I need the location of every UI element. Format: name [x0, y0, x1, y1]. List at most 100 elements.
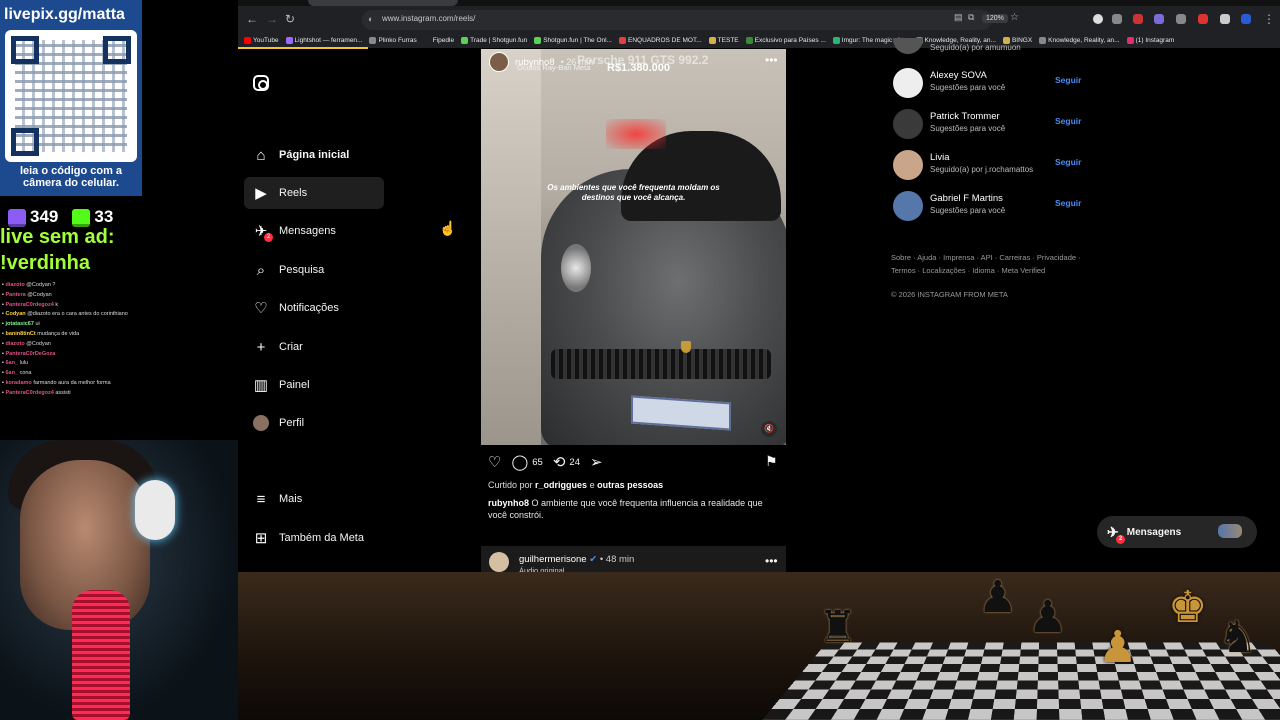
- chat-message: ▪ koradamo farmando aura da melhor forma: [2, 379, 111, 386]
- nav-create[interactable]: + Criar: [244, 331, 384, 363]
- nav-notifications[interactable]: ♡ Notificações: [244, 292, 384, 324]
- like-button[interactable]: ♡: [488, 453, 501, 471]
- messages-badge: 2: [264, 233, 273, 242]
- nav-profile[interactable]: Perfil: [244, 407, 384, 439]
- mute-icon[interactable]: 🔇: [761, 421, 777, 437]
- chat-text: mudança de vida: [37, 330, 80, 337]
- extension-red-icon[interactable]: [1133, 14, 1143, 24]
- suggestion-avatar[interactable]: [893, 150, 923, 180]
- site-info-icon[interactable]: ◐: [368, 14, 373, 24]
- bookmark-item[interactable]: Shotgun.fun | The Onl...: [534, 36, 612, 44]
- chat-message: ▪ banin8tinCt mudança de vida: [2, 330, 80, 337]
- nav-also-meta[interactable]: ⊞ Também da Meta: [244, 522, 384, 554]
- chess-knight-icon: ♞: [1218, 613, 1258, 662]
- screenshot-icon[interactable]: ⧉: [968, 12, 974, 23]
- nav-messages[interactable]: ✈ 2 Mensagens: [244, 215, 384, 247]
- suggestion-avatar[interactable]: [893, 38, 923, 54]
- next-post-more-icon[interactable]: •••: [765, 554, 778, 568]
- nav-home[interactable]: ⌂ Página inicial: [244, 139, 384, 171]
- suggestion-avatar[interactable]: [893, 191, 923, 221]
- nav-more[interactable]: ≡ Mais: [244, 483, 384, 515]
- bookmark-icon[interactable]: ⚑: [765, 453, 778, 470]
- reader-icon[interactable]: ▤: [954, 12, 963, 23]
- footer-links-line2[interactable]: Termos · Localizações · Idioma · Meta Ve…: [891, 264, 1091, 277]
- follow-button[interactable]: Seguir: [1055, 75, 1081, 85]
- bookmark-item[interactable]: TESTE: [708, 36, 739, 44]
- suggestion-sub: Sugestões para você: [930, 124, 1006, 133]
- suggestion-name[interactable]: Livia: [930, 152, 950, 163]
- bookmark-item[interactable]: YouTube: [244, 36, 279, 44]
- reel-video[interactable]: Porsche 911 GTS 992.2 R$1.380.000 rubynh…: [481, 49, 786, 445]
- comment-button[interactable]: ◯ 65: [511, 453, 542, 471]
- suggestion-name[interactable]: Alexey SOVA: [930, 70, 987, 81]
- chat-text: ui: [35, 321, 40, 328]
- follow-button[interactable]: Seguir: [1055, 198, 1081, 208]
- footer-links[interactable]: Sobre · Ajuda · Imprensa · API · Carreir…: [891, 251, 1091, 277]
- post-avatar[interactable]: [489, 52, 509, 72]
- liked-others[interactable]: outras pessoas: [597, 480, 663, 490]
- chat-username: 6an_: [5, 370, 19, 377]
- suggestion-avatar[interactable]: [893, 68, 923, 98]
- headset-icon: [135, 480, 175, 540]
- next-post-username[interactable]: guilhermerisone ✔ • 48 min: [519, 554, 634, 565]
- liked-suffix: e: [589, 480, 595, 490]
- repost-button[interactable]: ⟲ 24: [553, 453, 580, 471]
- extension-gray-icon[interactable]: [1176, 14, 1186, 24]
- extension-blue-icon[interactable]: [1241, 14, 1251, 24]
- browser-toolbar: ← → ↻ ◐ www.instagram.com/reels/ ▤ ⧉ 120…: [238, 0, 1280, 32]
- copyright: © 2026 INSTAGRAM FROM META: [891, 290, 1008, 299]
- messages-pill-button[interactable]: ✈ 2 Mensagens: [1097, 516, 1257, 548]
- chat-message: ▪ diazoto @Codyan: [2, 340, 51, 347]
- star-icon[interactable]: ☆: [1010, 12, 1019, 23]
- follow-button[interactable]: Seguir: [1055, 116, 1081, 126]
- bookmark-item[interactable]: Lightshot — ferramen...: [285, 36, 362, 44]
- bookmark-item[interactable]: Trade | Shotgun.fun: [461, 36, 527, 44]
- suggestion-avatar[interactable]: [893, 109, 923, 139]
- share-button[interactable]: ➢: [590, 453, 603, 471]
- caption-username[interactable]: rubynho8: [488, 498, 529, 508]
- bookmark-favicon-icon: [369, 36, 377, 44]
- reload-icon[interactable]: ↻: [285, 12, 295, 26]
- nav-dashboard[interactable]: ▥ Painel: [244, 369, 384, 401]
- bookmark-item[interactable]: Plinko Furras: [369, 36, 417, 44]
- liked-user[interactable]: r_odriggues: [535, 480, 587, 490]
- extension-icon[interactable]: [1093, 14, 1103, 24]
- bookmark-item[interactable]: (1) Instagram: [1126, 36, 1174, 44]
- puzzle-icon[interactable]: [1112, 14, 1122, 24]
- nav-home-label: Página inicial: [279, 149, 350, 161]
- bookmark-favicon-icon: [285, 36, 293, 44]
- nav-notifications-label: Notificações: [279, 302, 339, 314]
- tab-active[interactable]: [308, 0, 458, 6]
- suggestion-item: Alexey SOVA Sugestões para você Seguir: [893, 66, 1083, 98]
- chat-message: ▪ PanteraC0rdegoz4 k: [2, 301, 59, 308]
- extension-purple-icon[interactable]: [1154, 14, 1164, 24]
- footer-links-line1[interactable]: Sobre · Ajuda · Imprensa · API · Carreir…: [891, 251, 1091, 264]
- qr-finder: [11, 36, 39, 64]
- profile-icon[interactable]: [1220, 14, 1230, 24]
- menu-dots-icon[interactable]: ⋮: [1263, 12, 1275, 26]
- send-icon: ➢: [589, 454, 603, 471]
- nav-dashboard-label: Painel: [279, 379, 310, 391]
- address-bar[interactable]: ◐ www.instagram.com/reels/: [362, 10, 992, 30]
- chat-message: ▪ PanteraC0rDeGoza: [2, 350, 56, 357]
- post-more-icon[interactable]: •••: [765, 53, 778, 67]
- post-subtitle[interactable]: Óculos Ray-Ban Meta: [517, 63, 590, 72]
- nav-reels[interactable]: ▶ Reels: [244, 177, 384, 209]
- chess-king-icon: ♚: [1168, 583, 1208, 632]
- nav-search[interactable]: ⌕ Pesquisa: [244, 254, 384, 286]
- follow-button[interactable]: Seguir: [1055, 157, 1081, 167]
- extension-ad-icon[interactable]: [1198, 14, 1208, 24]
- loading-bar: [238, 47, 368, 49]
- bookmark-item[interactable]: Fipedle: [423, 36, 454, 44]
- instagram-logo-icon[interactable]: [253, 75, 269, 91]
- tab-strip: [238, 0, 1280, 6]
- zoom-level[interactable]: 120%: [982, 14, 1008, 23]
- suggestion-name[interactable]: Patrick Trommer: [930, 111, 1000, 122]
- suggestion-sub: Sugestões para você: [930, 206, 1006, 215]
- suggestion-name[interactable]: Gabriel F Martins: [930, 193, 1003, 204]
- bookmark-item[interactable]: ENQUADROS DE MOT...: [618, 36, 702, 44]
- back-icon[interactable]: ←: [246, 12, 258, 26]
- next-post-avatar[interactable]: [489, 552, 509, 572]
- bookmark-item[interactable]: Exclusivo para Países ...: [745, 36, 826, 44]
- forward-icon[interactable]: →: [266, 12, 278, 26]
